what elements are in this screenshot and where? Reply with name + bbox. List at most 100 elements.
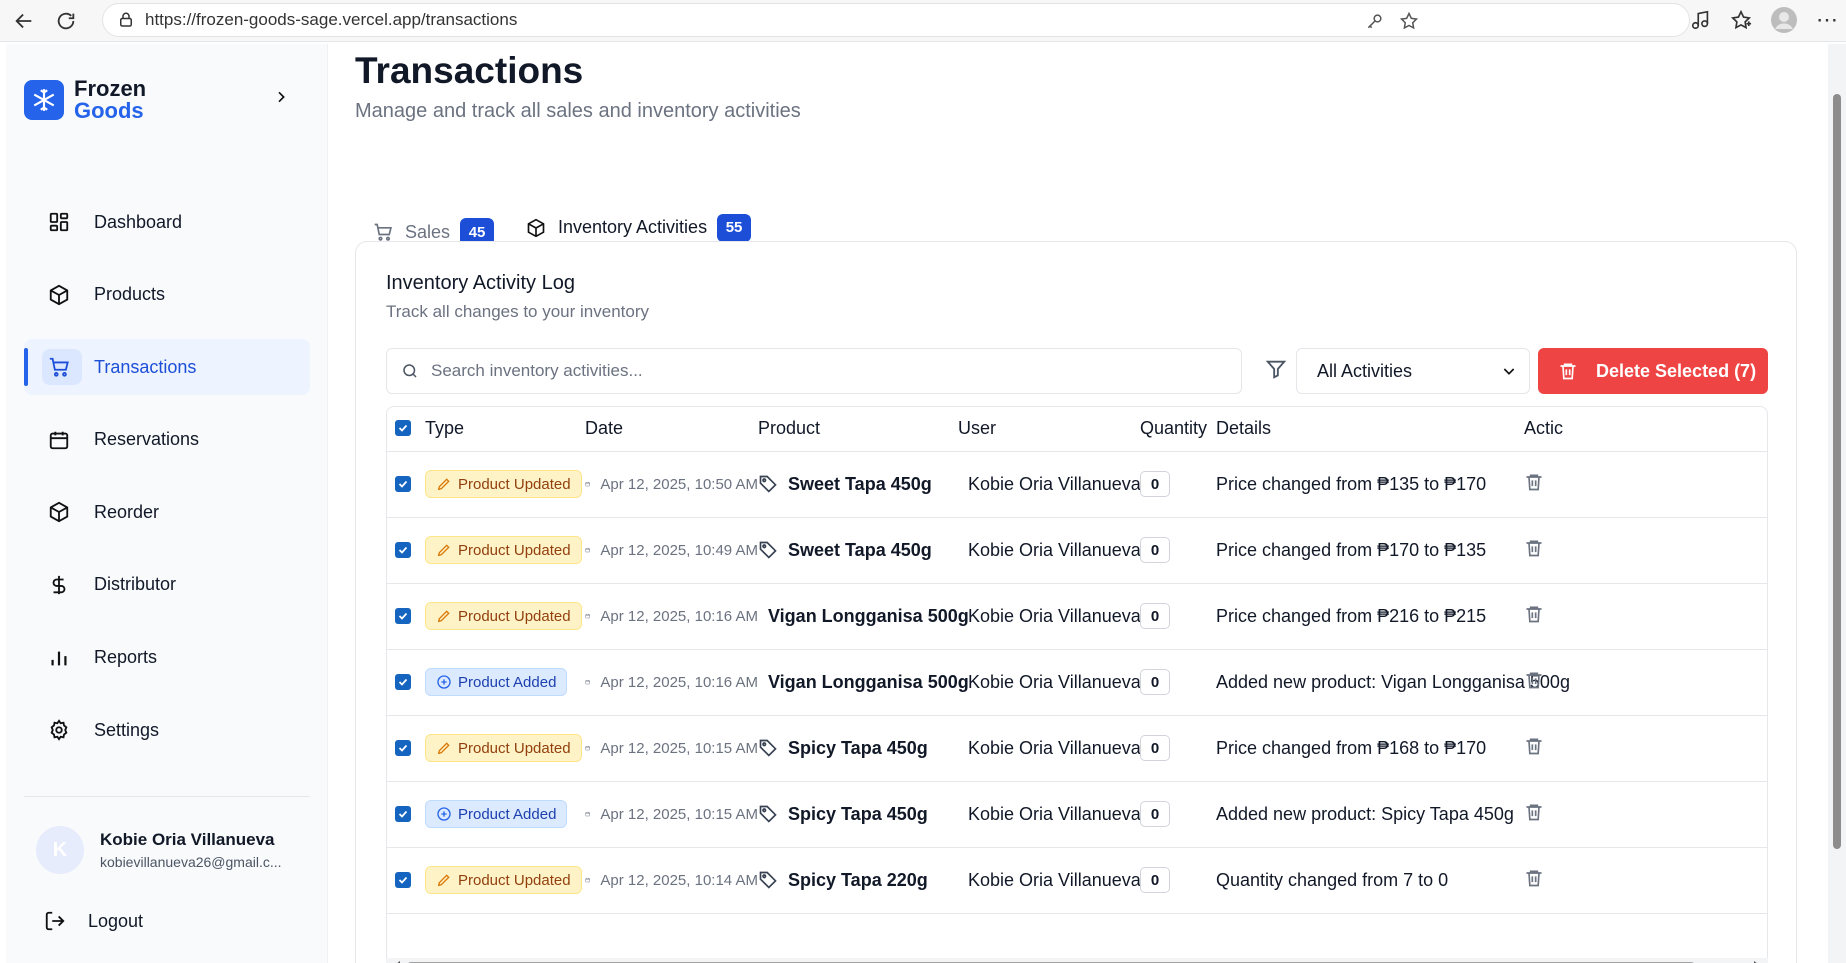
delete-row-button[interactable] (1524, 868, 1544, 888)
trash-icon (1526, 606, 1542, 622)
plus-circle-icon (436, 674, 452, 690)
delete-row-button[interactable] (1524, 802, 1544, 822)
calendar-icon (585, 547, 590, 553)
delete-row-button[interactable] (1524, 670, 1544, 690)
reload-button[interactable] (48, 3, 84, 39)
user-profile[interactable]: K Kobie Oria Villanueva kobievillanueva2… (36, 826, 290, 874)
box-icon (46, 282, 72, 308)
row-checkbox[interactable] (395, 541, 411, 558)
scrollbar-thumb[interactable] (1833, 94, 1841, 849)
sidebar-item-distributor[interactable]: Distributor (24, 557, 310, 613)
user-name: Kobie Oria Villanueva (968, 737, 1141, 758)
avatar: K (36, 826, 84, 874)
table-row[interactable]: Product Updated Apr 12, 2025, 10:14 AM S… (387, 847, 1767, 914)
column-header-date[interactable]: Date (585, 407, 758, 452)
row-checkbox[interactable] (395, 607, 411, 624)
row-checkbox[interactable] (395, 805, 411, 822)
column-header-details[interactable]: Details (1216, 407, 1524, 452)
type-badge: Product Updated (425, 734, 582, 762)
activity-details: Quantity changed from 7 to 0 (1216, 869, 1449, 890)
calendar-icon (46, 427, 72, 453)
table-header-row: Type Date Product User Quantity Details … (387, 407, 1767, 452)
search-input[interactable]: Search inventory activities... (386, 348, 1242, 394)
quantity-badge: 0 (1140, 669, 1170, 695)
row-checkbox[interactable] (395, 871, 411, 888)
activity-date: Apr 12, 2025, 10:50 AM (600, 475, 758, 493)
count-badge: 55 (717, 213, 752, 242)
sidebar-item-reports[interactable]: Reports (24, 630, 310, 686)
snowflake-logo-icon (24, 80, 64, 120)
more-icon[interactable]: ⋯ (1816, 7, 1838, 33)
row-checkbox[interactable] (395, 739, 411, 756)
delete-row-button[interactable] (1524, 736, 1544, 756)
card-subtitle: Track all changes to your inventory (386, 302, 649, 321)
trash-icon (1526, 672, 1542, 688)
sidebar-item-dashboard[interactable]: Dashboard (24, 194, 310, 250)
trash-icon (1526, 738, 1542, 754)
sidebar-item-settings[interactable]: Settings (24, 702, 310, 758)
favorites-icon[interactable] (1730, 9, 1752, 31)
product-name: Spicy Tapa 450g (788, 803, 928, 824)
table-row[interactable]: Product Updated Apr 12, 2025, 10:50 AM S… (387, 451, 1767, 518)
product-name: Spicy Tapa 220g (788, 869, 928, 890)
type-label: Product Added (458, 805, 557, 823)
profile-icon[interactable] (1770, 6, 1798, 34)
type-label: Product Updated (458, 607, 571, 625)
key-icon[interactable] (1365, 11, 1385, 31)
tag-icon (759, 805, 777, 823)
table-row[interactable]: Product Updated Apr 12, 2025, 10:49 AM S… (387, 517, 1767, 584)
back-button[interactable] (6, 3, 42, 39)
tag-icon (759, 871, 777, 889)
table-row[interactable]: Product Updated Apr 12, 2025, 10:16 AM V… (387, 583, 1767, 650)
table-row[interactable]: Product Updated Apr 12, 2025, 10:15 AM S… (387, 715, 1767, 782)
type-badge: Product Updated (425, 602, 582, 630)
calendar-icon (585, 811, 590, 817)
row-checkbox[interactable] (395, 475, 411, 492)
row-checkbox[interactable] (395, 673, 411, 690)
activity-date: Apr 12, 2025, 10:15 AM (600, 805, 758, 823)
filter-icon[interactable] (1265, 358, 1287, 380)
horizontal-scrollbar[interactable] (386, 958, 1768, 963)
star-icon[interactable] (1399, 11, 1419, 31)
quantity-badge: 0 (1140, 867, 1170, 893)
calendar-icon (585, 877, 590, 883)
inventory-log-card: Inventory Activity Log Track all changes… (355, 241, 1797, 963)
box-icon (46, 499, 72, 525)
column-header-user[interactable]: User (958, 407, 1140, 452)
sidebar-toggle-button[interactable] (268, 84, 294, 110)
sidebar-item-reorder[interactable]: Reorder (24, 484, 310, 540)
logout-button[interactable]: Logout (44, 910, 143, 932)
reload-icon (57, 12, 75, 29)
quantity-badge: 0 (1140, 735, 1170, 761)
delete-selected-button[interactable]: Delete Selected (7) (1538, 348, 1768, 394)
type-label: Product Updated (458, 871, 571, 889)
activity-filter-select[interactable]: All Activities (1296, 348, 1530, 394)
quantity-badge: 0 (1140, 471, 1170, 497)
quantity-badge: 0 (1140, 537, 1170, 563)
address-bar[interactable]: https://frozen-goods-sage.vercel.app/tra… (102, 3, 1690, 37)
type-badge: Product Updated (425, 470, 582, 498)
page-title: Transactions (355, 50, 584, 91)
sidebar-item-transactions[interactable]: Transactions (24, 339, 310, 396)
activity-details: Price changed from ₱170 to ₱135 (1216, 539, 1487, 560)
column-header-product[interactable]: Product (758, 407, 958, 452)
delete-row-button[interactable] (1524, 604, 1544, 624)
page-scrollbar[interactable] (1828, 44, 1846, 963)
sidebar-item-products[interactable]: Products (24, 267, 310, 323)
column-header-type[interactable]: Type (425, 407, 585, 452)
delete-row-button[interactable] (1524, 472, 1544, 492)
sidebar: Frozen Goods Dashboard Products Transact… (6, 44, 328, 963)
product-name: Sweet Tapa 450g (788, 473, 932, 494)
delete-row-button[interactable] (1524, 538, 1544, 558)
brand[interactable]: Frozen Goods (24, 78, 146, 122)
table-row[interactable]: Product Added Apr 12, 2025, 10:16 AM Vig… (387, 649, 1767, 716)
select-all-checkbox[interactable] (395, 420, 411, 437)
column-header-quantity[interactable]: Quantity (1140, 407, 1216, 452)
activity-table: Type Date Product User Quantity Details … (386, 406, 1768, 963)
gear-icon (46, 717, 72, 743)
search-icon (403, 364, 417, 378)
table-row[interactable]: Product Added Apr 12, 2025, 10:15 AM Spi… (387, 781, 1767, 848)
activity-details: Price changed from ₱135 to ₱170 (1216, 473, 1487, 494)
music-extension-icon[interactable] (1690, 9, 1712, 31)
sidebar-item-reservations[interactable]: Reservations (24, 412, 310, 468)
